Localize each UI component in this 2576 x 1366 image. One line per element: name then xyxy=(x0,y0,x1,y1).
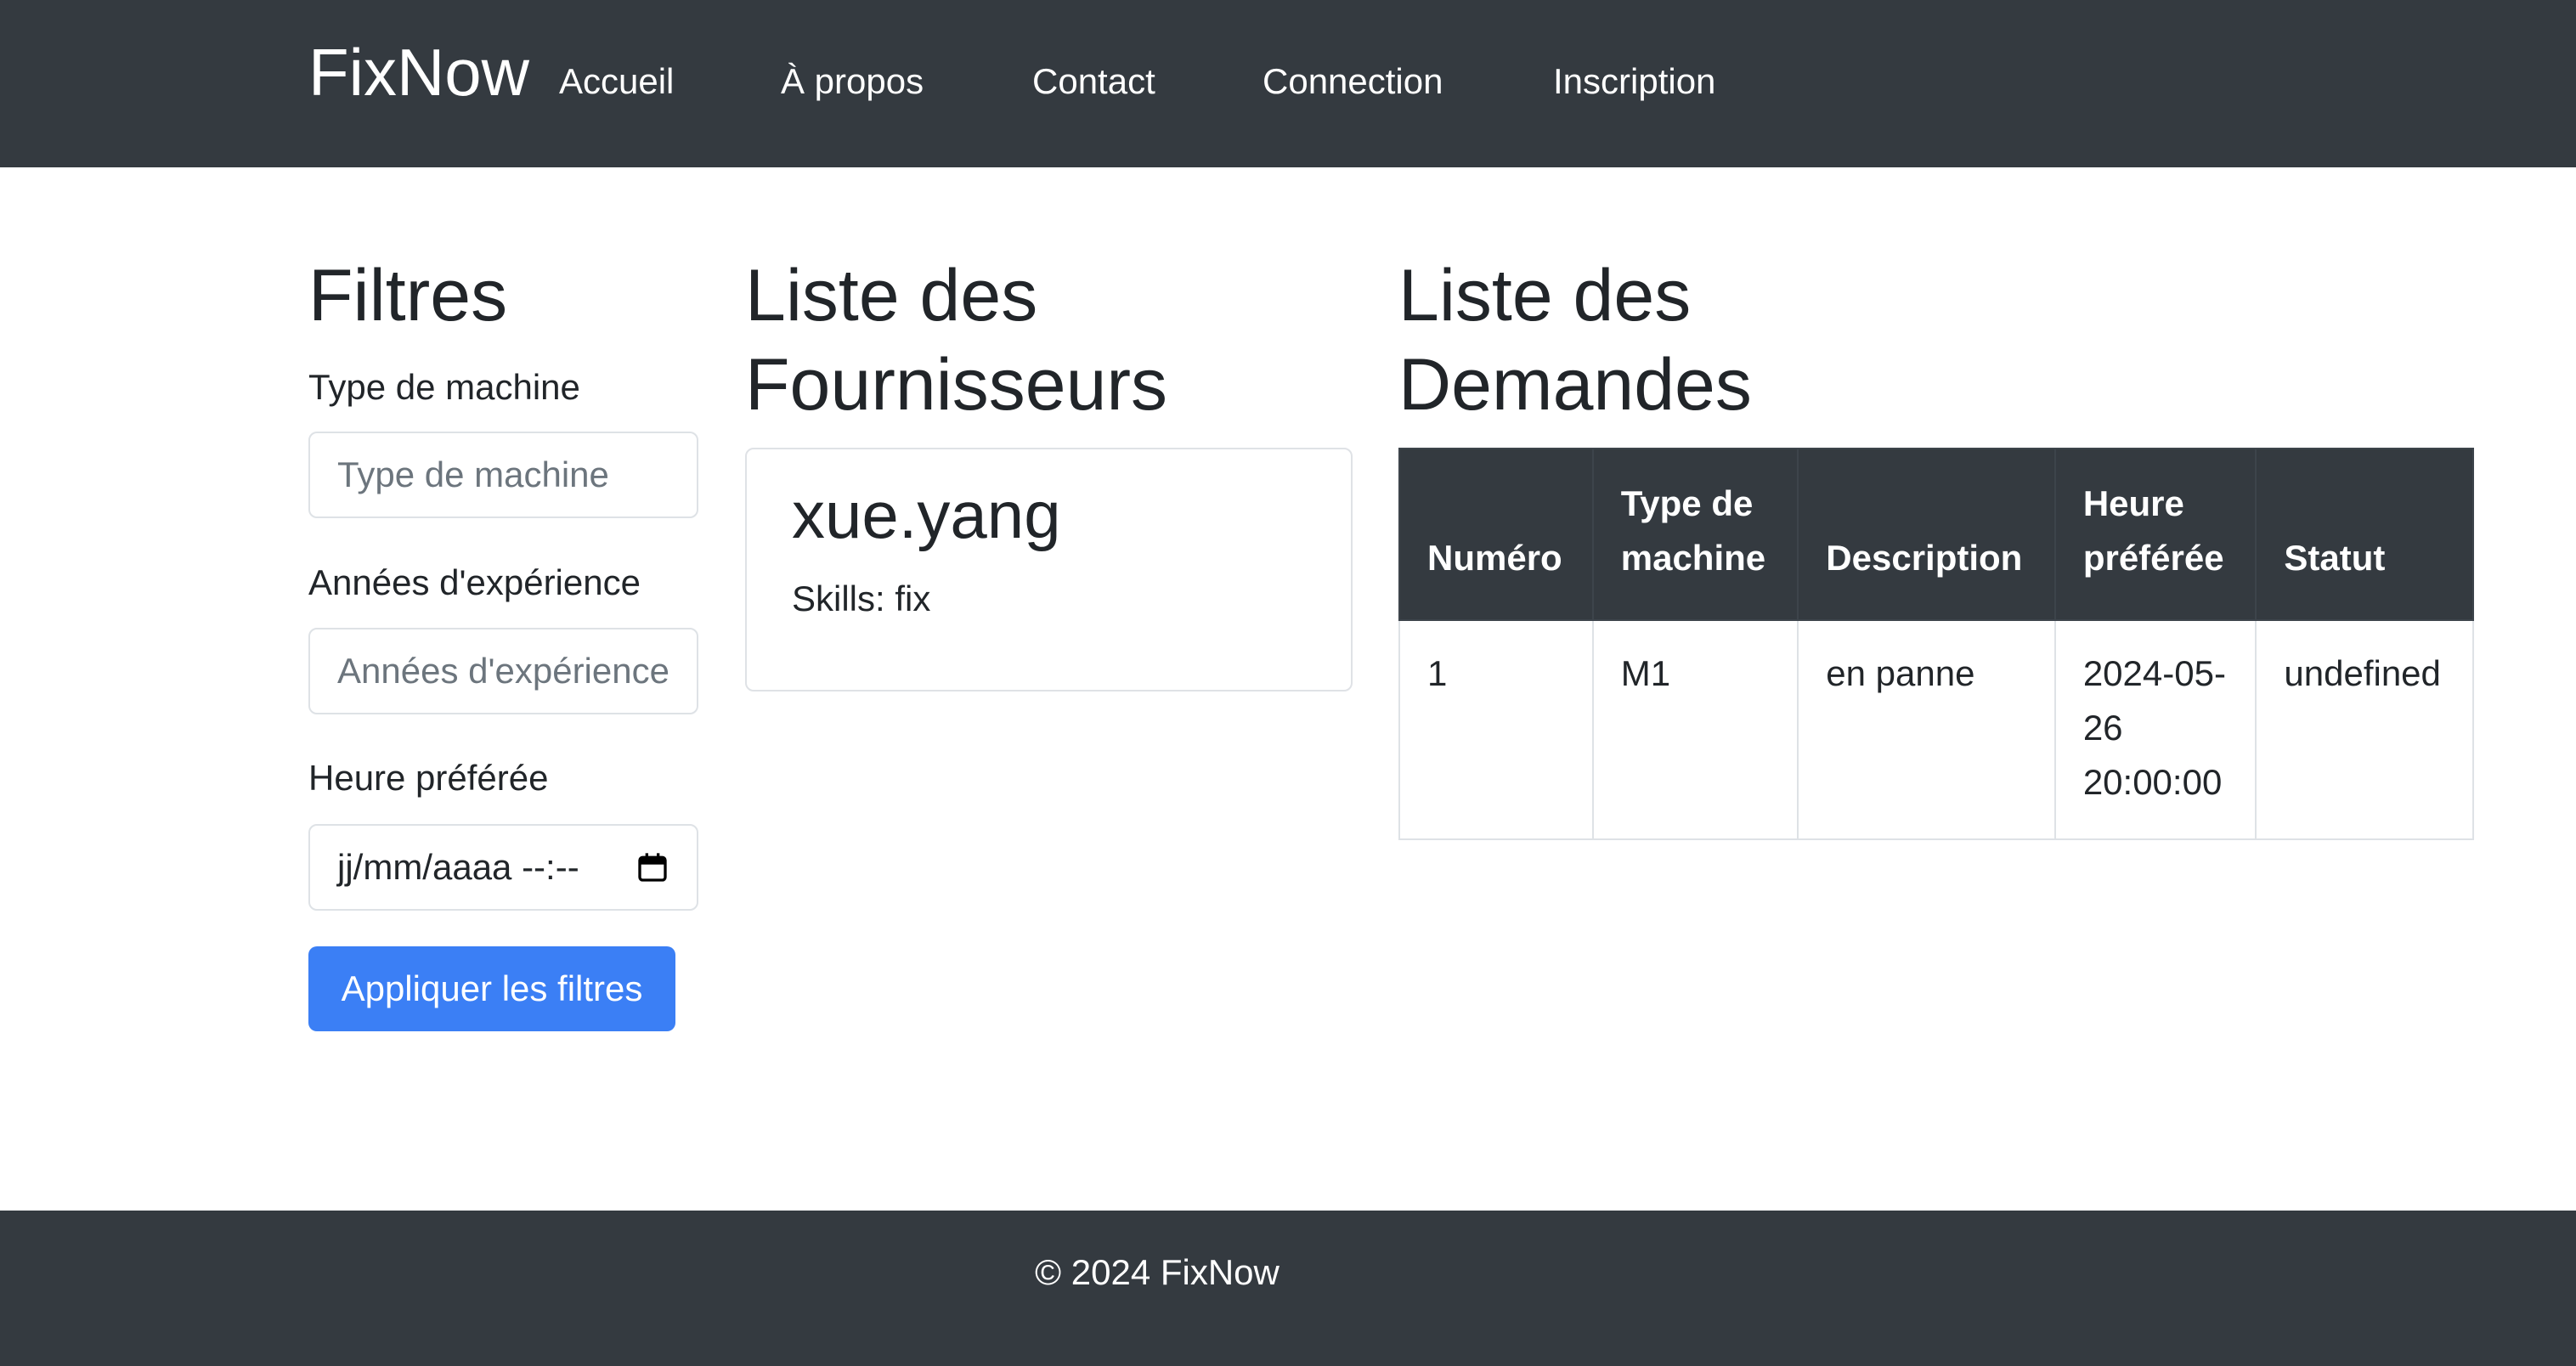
calendar-icon[interactable] xyxy=(636,850,669,884)
table-header-row: Numéro Type de machine Description Heure… xyxy=(1398,448,2474,621)
requests-table: Numéro Type de machine Description Heure… xyxy=(1398,448,2474,840)
apply-filters-button[interactable]: Appliquer les filtres xyxy=(308,946,675,1031)
experience-input[interactable] xyxy=(308,628,698,714)
brand-logo[interactable]: FixNow xyxy=(308,32,529,112)
machine-type-input[interactable] xyxy=(308,432,698,518)
suppliers-heading: Liste des Fournisseurs xyxy=(745,255,1168,426)
nav-link-connection[interactable]: Connection xyxy=(1263,59,1443,104)
experience-label: Années d'expérience xyxy=(308,562,641,602)
cell-description: en panne xyxy=(1797,619,2056,840)
supplier-card: xue.yang Skills: fix xyxy=(745,448,1353,691)
requests-heading: Liste des Demandes xyxy=(1398,255,1752,426)
datetime-placeholder: jj/mm/aaaa --:-- xyxy=(337,847,579,887)
cell-numero: 1 xyxy=(1398,619,1594,840)
copyright-text: © 2024 FixNow xyxy=(1035,1252,1280,1292)
cell-preferred-time: 2024-05-26 20:00:00 xyxy=(2053,619,2257,840)
nav-link-inscription[interactable]: Inscription xyxy=(1553,59,1715,104)
footer: © 2024 FixNow xyxy=(0,1211,2576,1366)
machine-type-label: Type de machine xyxy=(308,367,580,407)
supplier-skills: Skills: fix xyxy=(792,579,931,618)
nav-link-a-propos[interactable]: À propos xyxy=(781,59,924,104)
nav-link-contact[interactable]: Contact xyxy=(1032,59,1155,104)
filters-heading: Filtres xyxy=(308,255,508,336)
column-header-numero: Numéro xyxy=(1398,448,1594,621)
column-header-status: Statut xyxy=(2255,448,2474,621)
preferred-time-label: Heure préférée xyxy=(308,758,549,798)
nav-link-accueil[interactable]: Accueil xyxy=(559,59,674,104)
cell-machine-type: M1 xyxy=(1591,619,1799,840)
column-header-preferred-time: Heure préférée xyxy=(2053,448,2257,621)
supplier-name: xue.yang xyxy=(792,477,1061,552)
column-header-description: Description xyxy=(1797,448,2056,621)
cell-status: undefined xyxy=(2255,619,2474,840)
preferred-time-input[interactable]: jj/mm/aaaa --:-- xyxy=(308,824,698,911)
table-row: 1 M1 en panne 2024-05-26 20:00:00 undefi… xyxy=(1398,619,2474,840)
navbar: FixNow Accueil À propos Contact Connecti… xyxy=(0,0,2576,167)
column-header-machine-type: Type de machine xyxy=(1591,448,1799,621)
